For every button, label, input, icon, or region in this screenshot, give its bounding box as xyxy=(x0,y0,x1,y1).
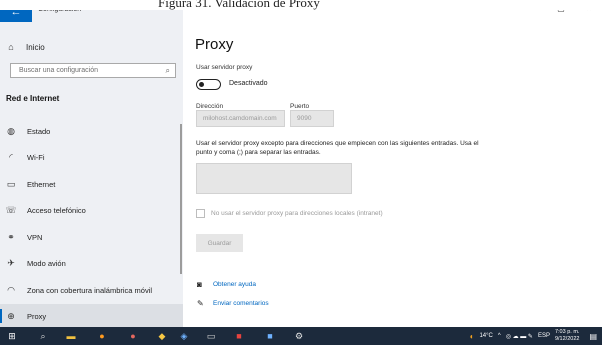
section-title: Red e Internet xyxy=(6,94,60,103)
toggle-state-label: Desactivado xyxy=(229,80,268,87)
sidebar-scrollbar[interactable] xyxy=(180,124,182,274)
sidebar-item-estado[interactable]: ◍ Estado xyxy=(0,118,183,145)
sidebar-item-label: Estado xyxy=(27,126,51,136)
sidebar-item-home[interactable]: ⌂ Inicio xyxy=(0,38,183,56)
clock-time: 7:03 p. m. xyxy=(554,329,580,335)
sidebar-item-label: Modo avión xyxy=(27,259,66,269)
chevron-up-icon[interactable]: ^ xyxy=(498,333,501,339)
monitor-icon[interactable]: ▭ xyxy=(205,330,217,342)
help-link-row[interactable]: ◙ Obtener ayuda xyxy=(197,280,256,289)
search-input[interactable]: Buscar una configuración xyxy=(19,67,166,74)
language-indicator[interactable]: ESP xyxy=(538,333,550,339)
globe-icon: ◍ xyxy=(7,125,15,136)
temperature[interactable]: 14°C xyxy=(479,333,492,339)
tray-icons[interactable]: ◎ ☁ ▬ ✎ xyxy=(506,333,533,340)
help-link[interactable]: Obtener ayuda xyxy=(213,281,256,288)
proxy-settings-pane: – ▢ × Proxy Usar servidor proxy Desactiv… xyxy=(183,0,602,327)
file-explorer-icon[interactable]: ▬ xyxy=(65,330,77,342)
start-windows-icon[interactable]: ⊞ xyxy=(6,330,18,342)
paint-icon[interactable]: ◆ xyxy=(156,330,168,342)
port-field[interactable]: 9090 xyxy=(290,110,334,127)
clock-date: 9/12/2022 xyxy=(554,336,580,342)
address-label: Dirección xyxy=(196,103,224,110)
save-button[interactable]: Guardar xyxy=(196,234,243,252)
figure-caption: Figura 31. Validación de Proxy xyxy=(158,0,320,10)
local-addresses-checkbox[interactable] xyxy=(196,209,205,218)
address-field[interactable]: milohost.camdomain.com xyxy=(196,110,285,127)
pdf-icon[interactable]: ■ xyxy=(233,330,245,342)
chrome-icon[interactable]: ● xyxy=(96,330,108,342)
sidebar-item-dialup[interactable]: ☏ Acceso telefónico xyxy=(0,198,183,225)
search-field[interactable]: Buscar una configuración ⌕ xyxy=(10,63,176,78)
weather-icon[interactable]: ◐ xyxy=(470,332,475,341)
sidebar-item-vpn[interactable]: ⚭ VPN xyxy=(0,224,183,251)
sidebar-item-label: Inicio xyxy=(26,42,45,52)
home-icon: ⌂ xyxy=(8,42,14,52)
sidebar-item-hotspot[interactable]: ◠ Zona con cobertura inalámbrica móvil xyxy=(0,277,183,304)
taskbar: ⊞ ⌕ ▬ ● ● ◆ ◈ ▭ ■ ■ ⚙ ◐ 14°C ^ ◎ ☁ ▬ ✎ E… xyxy=(0,327,602,345)
sidebar-item-ethernet[interactable]: ▭ Ethernet xyxy=(0,171,183,198)
local-addresses-option[interactable]: No usar el servidor proxy para direccion… xyxy=(196,209,383,218)
network-app-icon[interactable]: ■ xyxy=(264,330,276,342)
search-icon[interactable]: ⌕ xyxy=(37,330,49,342)
exceptions-textarea[interactable] xyxy=(196,163,352,194)
ethernet-icon: ▭ xyxy=(6,178,16,189)
figure-caption-strip: Figura 31. Validación de Proxy xyxy=(0,0,602,10)
shield-icon[interactable]: ◈ xyxy=(178,330,190,342)
app-icon[interactable]: ● xyxy=(127,330,139,342)
settings-gear-icon[interactable]: ⚙ xyxy=(293,330,305,342)
port-label: Puerto xyxy=(290,103,310,110)
local-addresses-label: No usar el servidor proxy para direccion… xyxy=(211,210,383,217)
sidebar-nav: ◍ Estado ◜ Wi-Fi ▭ Ethernet ☏ Acceso tel… xyxy=(0,118,183,330)
sidebar-item-label: Wi-Fi xyxy=(27,153,45,163)
sidebar-item-airplane[interactable]: ✈ Modo avión xyxy=(0,251,183,278)
system-tray: ◐ 14°C ^ ◎ ☁ ▬ ✎ ESP 7:03 p. m. 9/12/202… xyxy=(470,327,602,345)
feedback-link-row[interactable]: ✎ Enviar comentarios xyxy=(197,299,269,308)
sidebar-item-label: Acceso telefónico xyxy=(27,206,86,216)
wifi-icon: ◜ xyxy=(9,152,13,163)
proxy-globe-icon: ⊕ xyxy=(7,311,15,322)
feedback-link[interactable]: Enviar comentarios xyxy=(213,300,269,307)
sidebar-item-label: Zona con cobertura inalámbrica móvil xyxy=(27,285,153,295)
settings-sidebar: ← Configuración ⌂ Inicio Buscar una conf… xyxy=(0,0,183,330)
use-proxy-label: Usar servidor proxy xyxy=(196,64,253,71)
sidebar-item-label: VPN xyxy=(27,232,43,242)
page-title: Proxy xyxy=(195,36,234,53)
search-icon: ⌕ xyxy=(165,65,170,75)
feedback-icon: ✎ xyxy=(197,299,204,308)
dialup-icon: ☏ xyxy=(5,205,17,216)
exceptions-description: Usar el servidor proxy excepto para dire… xyxy=(196,140,479,156)
sidebar-item-label: Proxy xyxy=(27,312,47,322)
use-proxy-toggle[interactable] xyxy=(196,79,221,90)
vpn-icon: ⚭ xyxy=(7,231,15,242)
notifications-icon[interactable]: ▤ xyxy=(589,332,597,341)
sidebar-item-wifi[interactable]: ◜ Wi-Fi xyxy=(0,145,183,172)
clock[interactable]: 7:03 p. m. 9/12/2022 xyxy=(555,329,584,343)
hotspot-icon: ◠ xyxy=(7,284,15,295)
help-chat-icon: ◙ xyxy=(197,280,202,289)
airplane-icon: ✈ xyxy=(7,258,15,269)
sidebar-item-label: Ethernet xyxy=(27,179,56,189)
